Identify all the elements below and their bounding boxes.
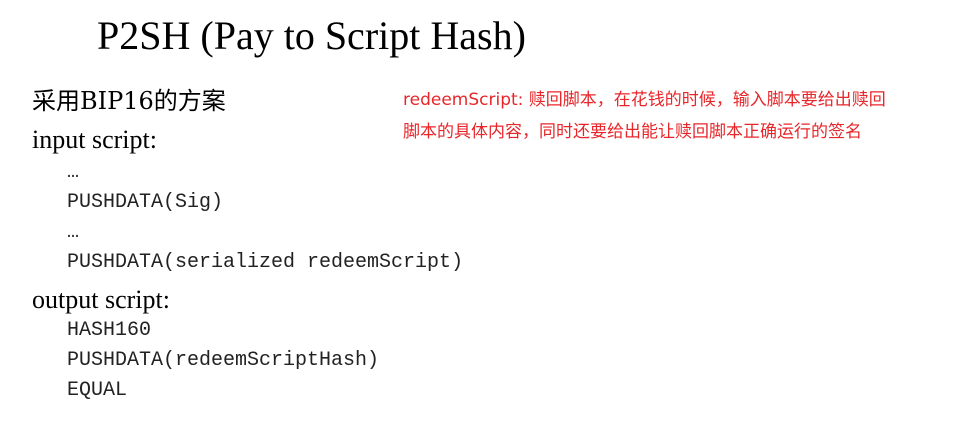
output-script-label: output script: — [32, 285, 170, 314]
slide-title: P2SH (Pay to Script Hash) — [97, 13, 526, 58]
code-line: … — [67, 221, 80, 244]
code-line: EQUAL — [67, 379, 128, 402]
input-script-label: input script: — [32, 125, 157, 154]
redeem-script-note: redeemScript: 赎回脚本，在花钱的时候，输入脚本要给出赎回 脚本的具… — [403, 84, 963, 148]
code-line: PUSHDATA(redeemScriptHash) — [67, 349, 380, 372]
note-line: redeemScript: 赎回脚本，在花钱的时候，输入脚本要给出赎回 — [403, 90, 886, 110]
note-line: 脚本的具体内容，同时还要给出能让赎回脚本正确运行的签名 — [403, 122, 862, 142]
output-script-code: HASH160 PUSHDATA(redeemScriptHash) EQUAL — [67, 316, 379, 406]
input-script-code: … PUSHDATA(Sig) … PUSHDATA(serialized re… — [67, 158, 463, 278]
code-line: HASH160 — [67, 319, 152, 342]
code-line: PUSHDATA(serialized redeemScript) — [67, 251, 464, 274]
scheme-line: 采用BIP16的方案 — [32, 87, 226, 115]
code-line: PUSHDATA(Sig) — [67, 191, 224, 214]
code-line: … — [67, 161, 80, 184]
